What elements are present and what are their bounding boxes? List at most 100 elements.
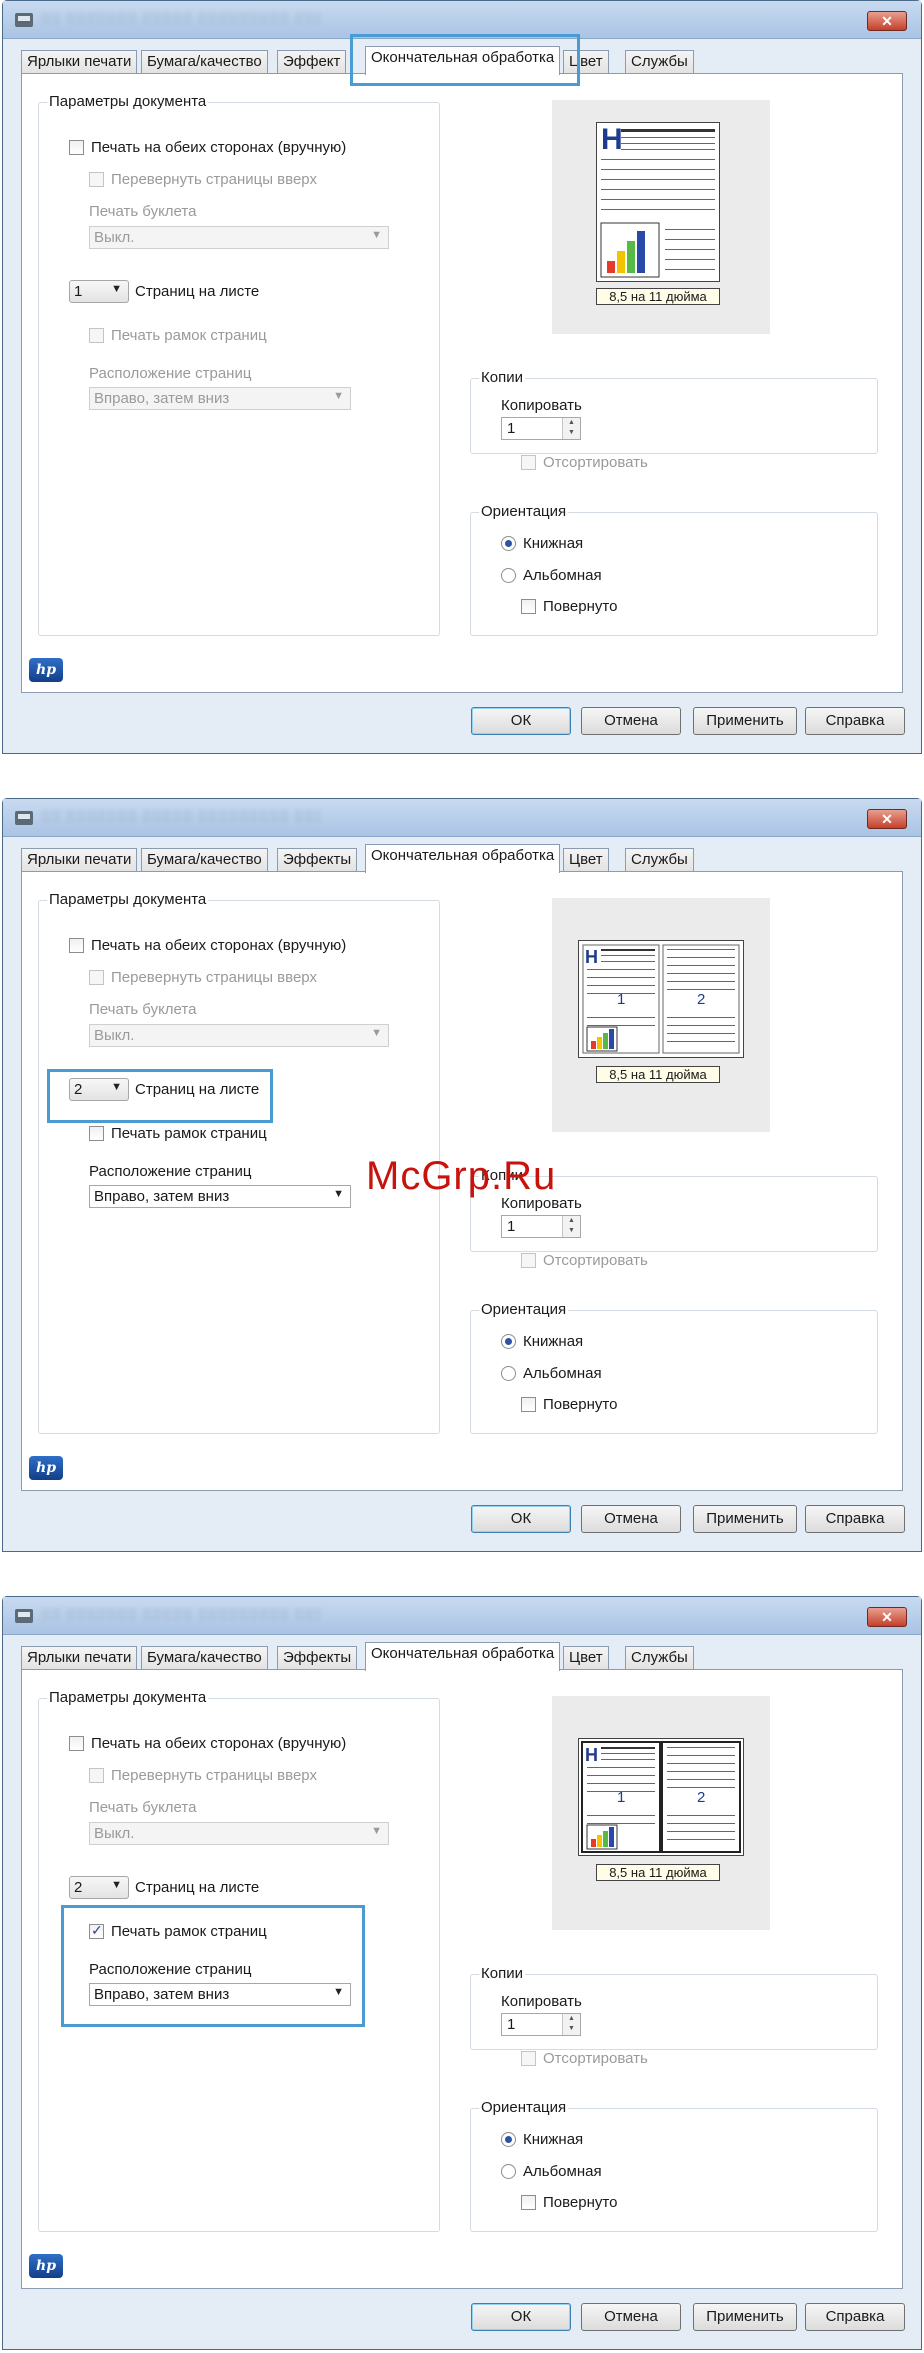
tab-shortcuts[interactable]: Ярлыки печати — [21, 50, 138, 74]
tab-services[interactable]: Службы — [625, 1646, 694, 1670]
landscape-radio[interactable] — [501, 2164, 516, 2179]
flip-pages-checkbox[interactable] — [89, 172, 104, 187]
ok-button[interactable]: ОК — [471, 1505, 571, 1533]
tab-color[interactable]: Цвет — [563, 1646, 609, 1670]
page-borders-checkbox[interactable] — [89, 328, 104, 343]
tab-effects[interactable]: Эффект — [277, 50, 347, 74]
tab-effects[interactable]: Эффекты — [277, 848, 358, 872]
orientation-group: Ориентация Книжная Альбомная Повернуто — [470, 1301, 878, 1434]
page-order-select[interactable]: Вправо, затем вниз ▼ — [89, 1185, 351, 1208]
landscape-radio[interactable] — [501, 1366, 516, 1381]
stepper-arrows-icon[interactable]: ▲ ▼ — [562, 2014, 580, 2035]
flip-pages-checkbox[interactable] — [89, 1768, 104, 1783]
tab-effects[interactable]: Эффекты — [277, 1646, 358, 1670]
pages-per-sheet-label: Страниц на листе — [135, 1879, 260, 1896]
pages-per-sheet-select[interactable]: 2 ▼ — [69, 1078, 129, 1101]
copies-stepper[interactable]: 1 ▲ ▼ — [501, 2013, 581, 2036]
cancel-button[interactable]: Отмена — [581, 2303, 681, 2331]
preview-page-number: 2 — [697, 991, 706, 1008]
booklet-label: Печать буклета — [89, 203, 197, 220]
apply-button[interactable]: Применить — [693, 2303, 797, 2331]
flip-pages-label: Перевернуть страницы вверх — [111, 171, 317, 188]
tab-shortcuts[interactable]: Ярлыки печати — [21, 1646, 138, 1670]
ok-button[interactable]: ОК — [471, 2303, 571, 2331]
flip-pages-label: Перевернуть страницы вверх — [111, 1767, 317, 1784]
chevron-down-icon: ▼ — [333, 1986, 344, 1998]
tab-color[interactable]: Цвет — [563, 50, 609, 74]
rotate-checkbox[interactable] — [521, 599, 536, 614]
window-title-blurred: ▒▒ ▒▒▒▒▒▒▒ ▒▒▒▒▒ ▒▒▒▒▒▒▒▒▒ ▒▒▒▒▒▒ — [41, 11, 321, 25]
finishing-panel: Параметры документа Печать на обеих стор… — [21, 1669, 903, 2289]
page-preview: H — [552, 1696, 770, 1930]
stepper-arrows-icon[interactable]: ▲ ▼ — [562, 1216, 580, 1237]
printer-properties-dialog: ▒▒ ▒▒▒▒▒▒▒ ▒▒▒▒▒ ▒▒▒▒▒▒▒▒▒ ▒▒▒▒▒▒ ✕ Ярлы… — [2, 1596, 922, 2350]
finishing-panel: Параметры документа Печать на обеих стор… — [21, 73, 903, 693]
tab-finishing[interactable]: Окончательная обработка — [365, 844, 561, 873]
group-label: Параметры документа — [47, 1689, 209, 1706]
tab-finishing[interactable]: Окончательная обработка — [365, 46, 561, 75]
booklet-value: Выкл. — [94, 1027, 135, 1044]
document-options-group: Параметры документа Печать на обеих стор… — [38, 93, 440, 636]
chevron-down-icon: ▼ — [333, 1188, 344, 1200]
pages-per-sheet-value: 1 — [74, 283, 83, 300]
hp-logo: hp — [29, 658, 63, 682]
stepper-arrows-icon[interactable]: ▲ ▼ — [562, 418, 580, 439]
booklet-select[interactable]: Выкл. ▼ — [89, 226, 389, 249]
close-button[interactable]: ✕ — [867, 11, 907, 31]
page-borders-label: Печать рамок страниц — [111, 327, 267, 344]
landscape-radio[interactable] — [501, 568, 516, 583]
tab-paper-quality[interactable]: Бумага/качество — [141, 50, 268, 74]
apply-button[interactable]: Применить — [693, 707, 797, 735]
copies-stepper[interactable]: 1 ▲ ▼ — [501, 417, 581, 440]
booklet-select[interactable]: Выкл. ▼ — [89, 1822, 389, 1845]
page-preview: H — [552, 100, 770, 334]
chevron-down-icon: ▼ — [111, 1081, 122, 1093]
cancel-button[interactable]: Отмена — [581, 707, 681, 735]
tab-color[interactable]: Цвет — [563, 848, 609, 872]
page-borders-checkbox[interactable]: ✓ — [89, 1922, 104, 1939]
title-bar[interactable]: ▒▒ ▒▒▒▒▒▒▒ ▒▒▒▒▒ ▒▒▒▒▒▒▒▒▒ ▒▒▒▒▒▒ ✕ — [3, 1597, 921, 1635]
title-bar[interactable]: ▒▒ ▒▒▒▒▒▒▒ ▒▒▒▒▒ ▒▒▒▒▒▒▒▒▒ ▒▒▒▒▒▒ ✕ — [3, 1, 921, 39]
booklet-select[interactable]: Выкл. ▼ — [89, 1024, 389, 1047]
cancel-button[interactable]: Отмена — [581, 1505, 681, 1533]
group-label: Копии — [479, 1965, 525, 1982]
apply-button[interactable]: Применить — [693, 1505, 797, 1533]
collate-checkbox[interactable] — [521, 1253, 536, 1268]
duplex-checkbox[interactable] — [69, 140, 84, 155]
close-button[interactable]: ✕ — [867, 809, 907, 829]
help-button[interactable]: Справка — [805, 2303, 905, 2331]
page-order-select[interactable]: Вправо, затем вниз ▼ — [89, 387, 351, 410]
tab-finishing[interactable]: Окончательная обработка — [365, 1642, 561, 1671]
page-preview: H — [552, 898, 770, 1132]
pages-per-sheet-select[interactable]: 2 ▼ — [69, 1876, 129, 1899]
duplex-checkbox[interactable] — [69, 938, 84, 953]
tab-paper-quality[interactable]: Бумага/качество — [141, 1646, 268, 1670]
portrait-radio[interactable] — [501, 536, 516, 551]
group-label: Параметры документа — [47, 93, 209, 110]
copies-stepper[interactable]: 1 ▲ ▼ — [501, 1215, 581, 1238]
tab-services[interactable]: Службы — [625, 50, 694, 74]
help-button[interactable]: Справка — [805, 707, 905, 735]
flip-pages-checkbox[interactable] — [89, 970, 104, 985]
pages-per-sheet-select[interactable]: 1 ▼ — [69, 280, 129, 303]
page-borders-label: Печать рамок страниц — [111, 1125, 267, 1142]
portrait-radio[interactable] — [501, 2132, 516, 2147]
duplex-checkbox[interactable] — [69, 1736, 84, 1751]
page-order-select[interactable]: Вправо, затем вниз ▼ — [89, 1983, 351, 2006]
rotate-checkbox[interactable] — [521, 2195, 536, 2210]
page-order-label: Расположение страниц — [89, 1961, 252, 1978]
duplex-label: Печать на обеих сторонах (вручную) — [91, 1735, 347, 1752]
collate-checkbox[interactable] — [521, 455, 536, 470]
title-bar[interactable]: ▒▒ ▒▒▒▒▒▒▒ ▒▒▒▒▒ ▒▒▒▒▒▒▒▒▒ ▒▒▒▒▒▒ ✕ — [3, 799, 921, 837]
page-borders-checkbox[interactable] — [89, 1126, 104, 1141]
collate-checkbox[interactable] — [521, 2051, 536, 2066]
portrait-radio[interactable] — [501, 1334, 516, 1349]
help-button[interactable]: Справка — [805, 1505, 905, 1533]
close-button[interactable]: ✕ — [867, 1607, 907, 1627]
pages-per-sheet-value: 2 — [74, 1879, 83, 1896]
rotate-checkbox[interactable] — [521, 1397, 536, 1412]
tab-services[interactable]: Службы — [625, 848, 694, 872]
tab-shortcuts[interactable]: Ярлыки печати — [21, 848, 138, 872]
ok-button[interactable]: ОК — [471, 707, 571, 735]
tab-paper-quality[interactable]: Бумага/качество — [141, 848, 268, 872]
